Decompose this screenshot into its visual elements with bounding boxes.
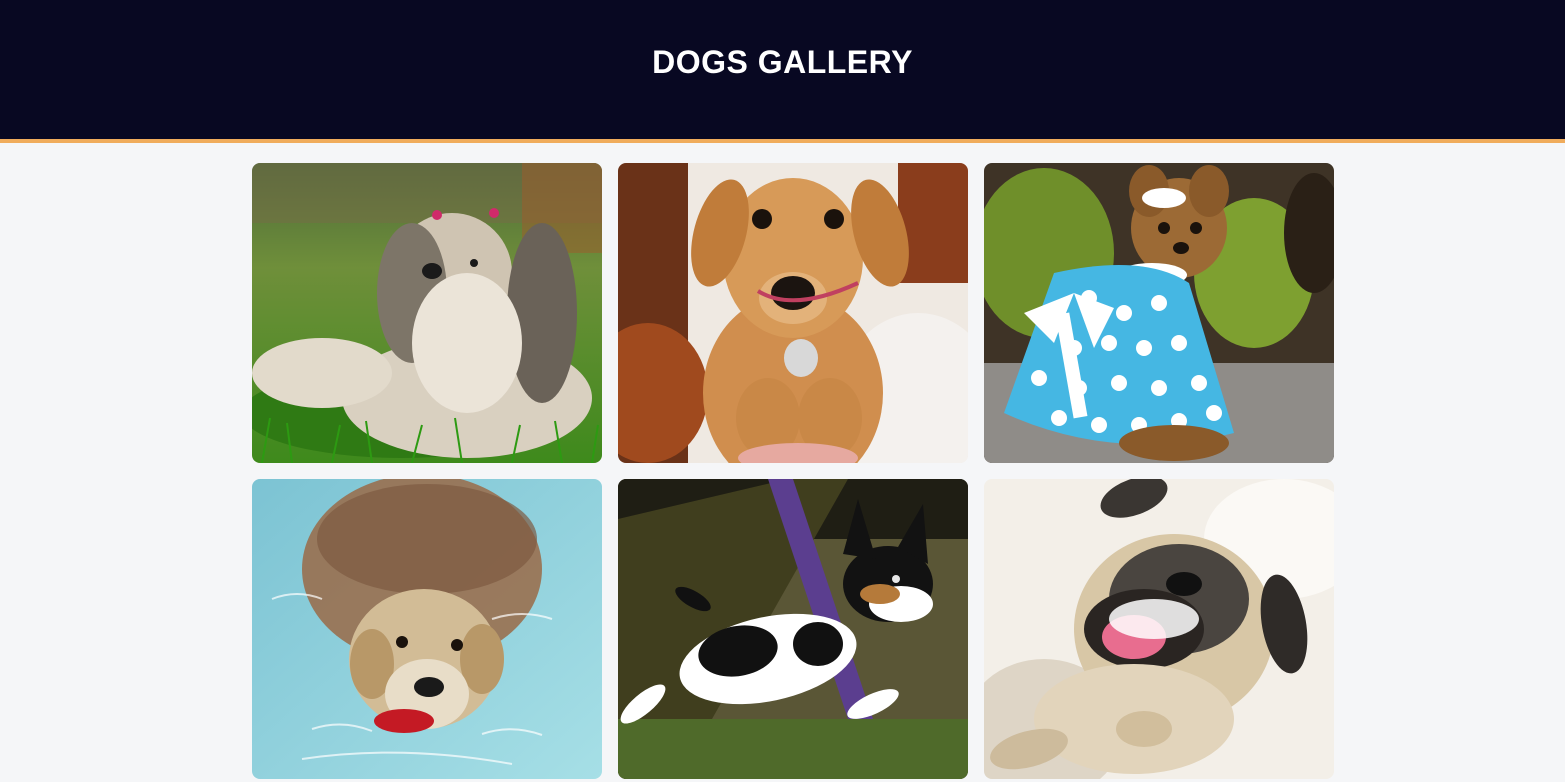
dog-gallery-grid xyxy=(252,163,1334,779)
page-title: DOGS GALLERY xyxy=(652,44,913,80)
gallery-image-swimming-retriever[interactable] xyxy=(252,479,602,779)
dog-photo-swimming-retriever xyxy=(252,479,602,779)
gallery-image-yorkie-dress[interactable] xyxy=(984,163,1334,463)
dog-photo-smiling-pug xyxy=(984,479,1334,779)
page-header: DOGS GALLERY xyxy=(0,0,1565,143)
gallery-image-jumping-terrier[interactable] xyxy=(618,479,968,779)
dog-photo-shih-tzu xyxy=(252,163,602,463)
dog-photo-labrador-puppy xyxy=(618,163,968,463)
gallery-image-shih-tzu[interactable] xyxy=(252,163,602,463)
dog-photo-jumping-terrier xyxy=(618,479,968,779)
gallery-image-labrador-puppy[interactable] xyxy=(618,163,968,463)
gallery-image-smiling-pug[interactable] xyxy=(984,479,1334,779)
dog-photo-yorkie-dress xyxy=(984,163,1334,463)
